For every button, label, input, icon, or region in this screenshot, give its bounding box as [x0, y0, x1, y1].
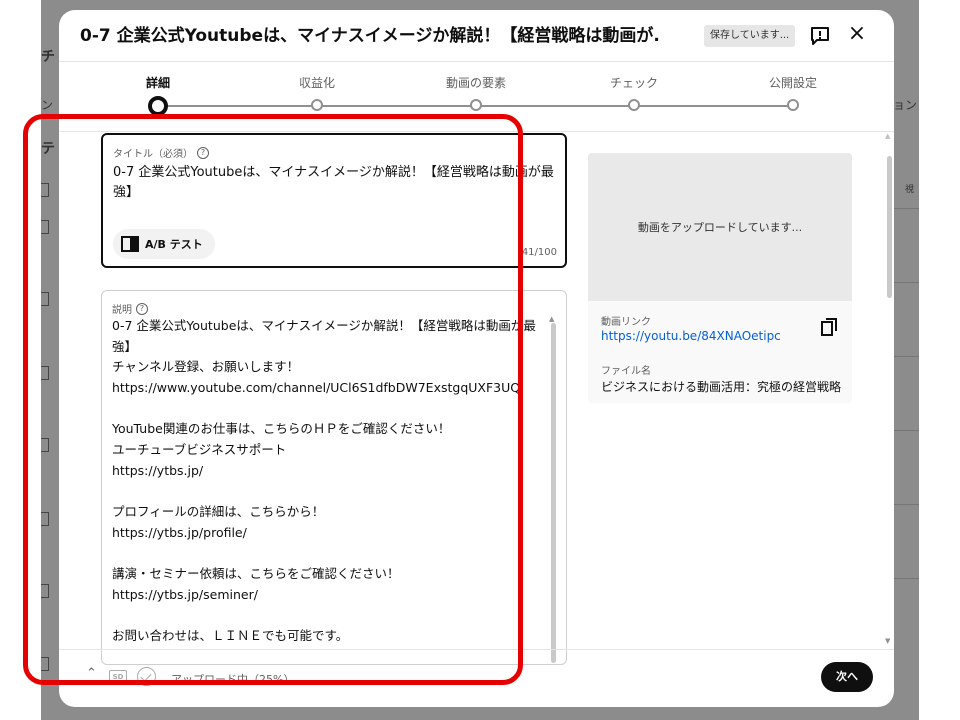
- feedback-icon[interactable]: [809, 25, 831, 47]
- step-monetization-label[interactable]: 収益化: [257, 74, 377, 91]
- description-line: https://ytbs.jp/: [112, 462, 204, 478]
- scroll-up-arrow-icon[interactable]: ▲: [885, 132, 890, 140]
- dialog-title: 0-7 企業公式Youtubeは、マイナスイメージか解説！【経営戦略は動画が..…: [80, 26, 660, 46]
- help-icon[interactable]: ?: [197, 146, 209, 159]
- sd-quality-badge: SD: [109, 670, 127, 684]
- dialog-scrollbar[interactable]: [887, 156, 892, 298]
- description-line: [112, 399, 548, 420]
- upload-arrow-icon: ⌃: [86, 666, 97, 681]
- file-name: ビジネスにおける動画活用：究極の経営戦略: [601, 380, 841, 394]
- title-char-counter: 41/100: [521, 247, 557, 258]
- description-line: https://ytbs.jp/profile/: [112, 524, 247, 540]
- saving-status-badge: 保存しています...: [704, 25, 796, 47]
- step-checks-label[interactable]: チェック: [574, 74, 694, 91]
- description-line: 講演・セミナー依頼は、こちらをご確認ください！: [112, 566, 400, 582]
- description-line: YouTube関連のお仕事は、こちらのＨＰをご確認ください！: [112, 421, 451, 437]
- file-name-label: ファイル名: [601, 366, 651, 377]
- header-divider: [59, 61, 894, 62]
- title-field[interactable]: タイトル（必須） ? 0-7 企業公式Youtubeは、マイナスイメージか解説！…: [101, 133, 567, 268]
- title-field-label: タイトル（必須）: [113, 149, 193, 160]
- ab-test-icon: [121, 236, 139, 252]
- description-line: お問い合わせは、ＬＩＮＥでも可能です。: [112, 628, 349, 644]
- description-line: [112, 544, 548, 565]
- uploading-message: 動画をアップロードしています...: [637, 221, 803, 234]
- description-line: https://www.youtube.com/channel/UCl6S1df…: [112, 380, 521, 396]
- title-input[interactable]: 0-7 企業公式Youtubeは、マイナスイメージか解説！【経営戦略は動画が最強…: [113, 163, 559, 203]
- stepper-divider: [59, 131, 894, 132]
- ab-test-label: A/B テスト: [145, 238, 203, 251]
- video-preview-card: 動画をアップロードしています... 動画リンク https://youtu.be…: [588, 153, 852, 403]
- upload-status-text: アップロード中（25%）...: [171, 673, 305, 686]
- copy-icon[interactable]: [821, 318, 837, 336]
- step-visibility-dot[interactable]: [787, 99, 799, 111]
- description-line: 0-7 企業公式Youtubeは、マイナスイメージか解説！【経営戦略は動画が最: [112, 318, 536, 333]
- video-link[interactable]: https://youtu.be/84XNAOetipc: [601, 329, 781, 343]
- description-line: [112, 482, 548, 503]
- footer-divider: [59, 649, 894, 650]
- check-circle-icon: [137, 667, 156, 686]
- description-line: チャンネル登録、お願いします！: [112, 359, 300, 375]
- step-video-elements-dot[interactable]: [470, 99, 482, 111]
- step-visibility-label[interactable]: 公開設定: [733, 74, 853, 91]
- description-field-label: 説明: [112, 305, 132, 316]
- scroll-up-arrow-icon[interactable]: ▲: [549, 315, 554, 323]
- title-field-label-row: タイトル（必須） ?: [113, 145, 209, 160]
- close-icon[interactable]: ×: [846, 23, 868, 45]
- step-checks-dot[interactable]: [628, 99, 640, 111]
- screen: チ ン テ ョン 視 0-7 企業公式Youtubeは、マイナスイメージか解説！…: [0, 0, 960, 720]
- description-line: ユーチューブビジネスサポート: [112, 442, 287, 458]
- description-field[interactable]: 説明 ? 0-7 企業公式Youtubeは、マイナスイメージか解説！【経営戦略は…: [101, 290, 567, 665]
- help-icon[interactable]: ?: [136, 302, 148, 315]
- description-line: [112, 606, 548, 627]
- next-button[interactable]: 次へ: [821, 662, 873, 692]
- description-line: 強】: [112, 338, 138, 354]
- video-link-label: 動画リンク: [601, 317, 651, 328]
- description-field-label-row: 説明 ?: [112, 301, 148, 316]
- step-details-dot[interactable]: [148, 96, 168, 116]
- step-video-elements-label[interactable]: 動画の要素: [416, 74, 536, 91]
- step-monetization-dot[interactable]: [311, 99, 323, 111]
- ab-test-button[interactable]: A/B テスト: [113, 229, 215, 259]
- upload-details-dialog: 0-7 企業公式Youtubeは、マイナスイメージか解説！【経営戦略は動画が..…: [59, 10, 894, 707]
- step-details-label[interactable]: 詳細: [98, 74, 218, 91]
- description-input[interactable]: 0-7 企業公式Youtubeは、マイナスイメージか解説！【経営戦略は動画が最 …: [112, 316, 548, 647]
- description-line: https://ytbs.jp/seminer/: [112, 586, 258, 602]
- scroll-down-arrow-icon[interactable]: ▼: [885, 637, 890, 645]
- description-line: プロフィールの詳細は、こちらから！: [112, 504, 325, 520]
- description-scrollbar[interactable]: [551, 323, 556, 663]
